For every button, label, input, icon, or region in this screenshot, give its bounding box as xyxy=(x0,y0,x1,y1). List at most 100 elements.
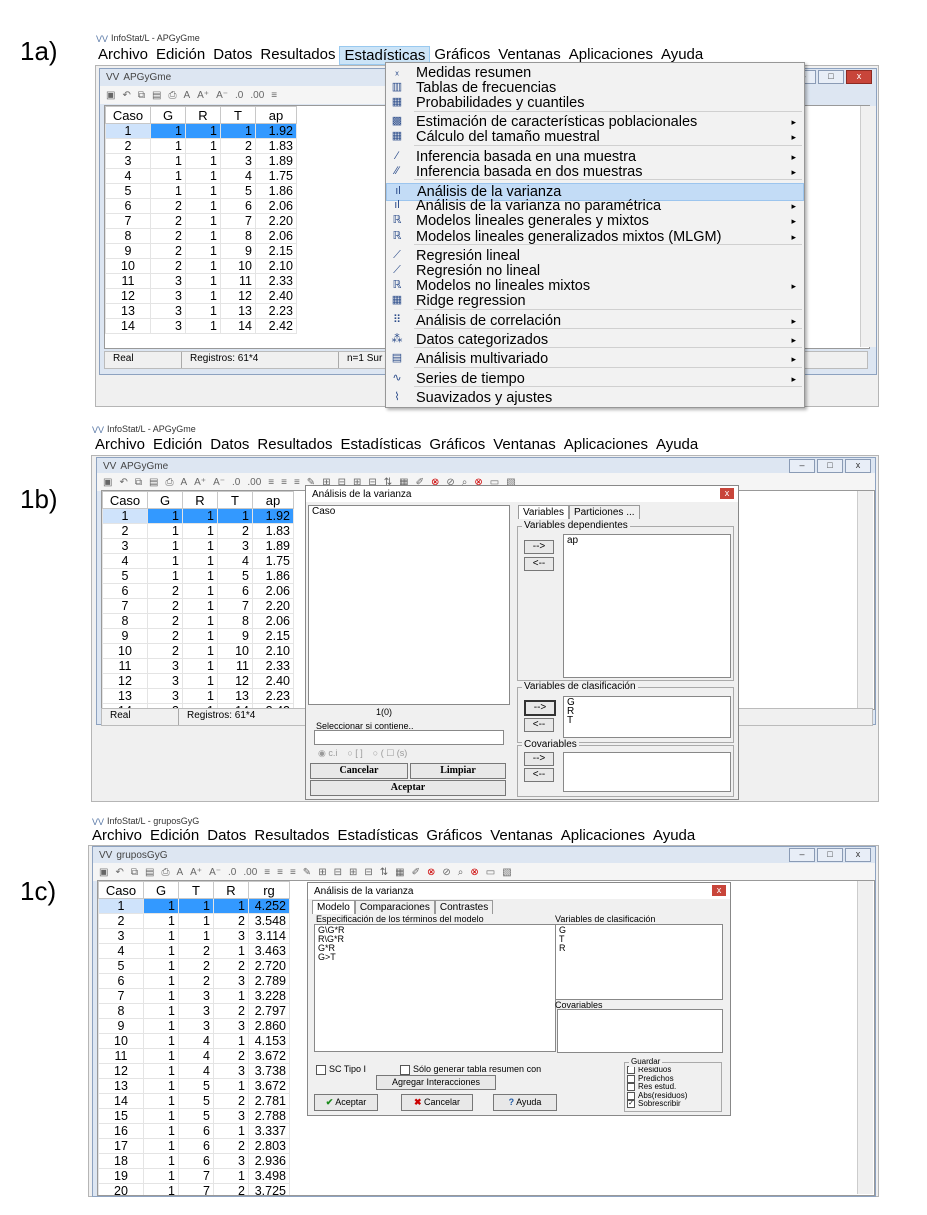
table-cell[interactable]: 5 xyxy=(102,568,148,584)
table-cell[interactable]: 2.23 xyxy=(252,688,294,704)
maximize-button[interactable]: □ xyxy=(817,848,843,862)
table-cell[interactable]: 2.40 xyxy=(252,673,294,689)
table-cell[interactable]: 1 xyxy=(178,928,214,944)
font-grow-icon[interactable]: A⁺ xyxy=(197,90,209,101)
tab-particiones[interactable]: Particiones ... xyxy=(568,505,640,519)
minimize-button[interactable]: – xyxy=(789,848,815,862)
table-cell[interactable]: 7 xyxy=(105,213,151,229)
table-cell[interactable]: 2.789 xyxy=(248,973,290,989)
table-cell[interactable]: 9 xyxy=(102,628,148,644)
table-cell[interactable]: 3.672 xyxy=(248,1078,290,1094)
classification-var-item[interactable]: G xyxy=(567,698,727,708)
table-cell[interactable]: 2 xyxy=(178,973,214,989)
table-cell[interactable]: 7 xyxy=(220,213,256,229)
table-cell[interactable]: 1 xyxy=(143,1183,179,1195)
table-cell[interactable]: 2.20 xyxy=(255,213,297,229)
table-row[interactable]: 13 3 1 13 2.23 xyxy=(102,688,294,704)
table-cell[interactable]: 1 xyxy=(182,553,218,569)
table-cell[interactable]: 10 xyxy=(105,258,151,274)
table-row[interactable]: 13 3 1 13 2.23 xyxy=(105,303,297,319)
table-cell[interactable]: 3 xyxy=(105,153,151,169)
menu-ayuda[interactable]: Ayuda xyxy=(649,827,699,844)
menu-item[interactable]: ▤ Análisis multivariado ▸ xyxy=(386,351,804,367)
table-row[interactable]: 16 1 6 1 3.337 xyxy=(98,1123,290,1139)
table-cell[interactable]: 6 xyxy=(105,198,151,214)
table-row[interactable]: 1 1 1 1 4.252 xyxy=(98,898,290,914)
model-term[interactable]: R\G*R xyxy=(318,935,552,944)
tab-contrastes[interactable]: Contrastes xyxy=(434,900,494,914)
font-grow-icon[interactable]: A⁺ xyxy=(190,867,202,878)
table-cell[interactable]: 6 xyxy=(102,583,148,599)
table-cell[interactable]: 3 xyxy=(150,318,186,334)
paste-icon[interactable]: ▤ xyxy=(145,867,154,878)
close-button[interactable]: x xyxy=(845,848,871,862)
table-cell[interactable]: 2 xyxy=(150,213,186,229)
table-row[interactable]: 10 2 1 10 2.10 xyxy=(105,258,297,274)
table-row[interactable]: 9 2 1 9 2.15 xyxy=(102,628,294,644)
cancel-button[interactable]: Cancelar xyxy=(310,763,408,779)
table-cell[interactable]: 10 xyxy=(102,643,148,659)
table-cell[interactable]: 12 xyxy=(217,673,253,689)
table-cell[interactable]: 1 xyxy=(105,123,151,139)
table-cell[interactable]: 10 xyxy=(98,1033,144,1049)
column-header[interactable]: T xyxy=(217,491,253,509)
table-cell[interactable]: 10 xyxy=(220,258,256,274)
table-cell[interactable]: 1 xyxy=(143,1018,179,1034)
model-term[interactable]: G>T xyxy=(318,953,552,962)
table-row[interactable]: 7 2 1 7 2.20 xyxy=(102,598,294,614)
table-cell[interactable]: 3 xyxy=(217,538,253,554)
table-cell[interactable]: 1 xyxy=(143,1168,179,1184)
table-cell[interactable]: 5 xyxy=(105,183,151,199)
table-cell[interactable]: 8 xyxy=(217,613,253,629)
table-cell[interactable]: 9 xyxy=(98,1018,144,1034)
table-cell[interactable]: 2 xyxy=(150,198,186,214)
table-cell[interactable]: 18 xyxy=(98,1153,144,1169)
table-row[interactable]: 11 3 1 11 2.33 xyxy=(105,273,297,289)
accept-button[interactable]: Aceptar xyxy=(310,780,506,796)
summary-only-checkbox[interactable]: Sólo generar tabla resumen con xyxy=(400,1064,541,1075)
table-cell[interactable]: 1.75 xyxy=(252,553,294,569)
table-cell[interactable]: 2 xyxy=(147,613,183,629)
menu-item[interactable]: ℝ Modelos lineales generalizados mixtos (… xyxy=(386,229,804,245)
table-cell[interactable]: 4 xyxy=(178,1033,214,1049)
table-cell[interactable]: 3.114 xyxy=(248,928,290,944)
table-row[interactable]: 5 1 2 2 2.720 xyxy=(98,958,290,974)
table-cell[interactable]: 3 xyxy=(213,973,249,989)
table-cell[interactable]: 1 xyxy=(143,1138,179,1154)
align-right-icon[interactable]: ≡ xyxy=(290,867,296,878)
close-button[interactable]: x xyxy=(845,459,871,473)
table-cell[interactable]: 2.20 xyxy=(252,598,294,614)
align-icon[interactable]: ≡ xyxy=(271,90,277,101)
table-cell[interactable]: 1 xyxy=(220,123,256,139)
table-cell[interactable]: 1 xyxy=(150,138,186,154)
classification-var-item[interactable]: R xyxy=(567,707,727,717)
table-cell[interactable]: 1 xyxy=(143,973,179,989)
table-cell[interactable]: 2 xyxy=(213,1003,249,1019)
table-cell[interactable]: 4 xyxy=(220,168,256,184)
table-row[interactable]: 3 1 1 3 3.114 xyxy=(98,928,290,944)
table-cell[interactable]: 2.06 xyxy=(252,583,294,599)
check-icon[interactable]: ⊘ xyxy=(442,867,450,878)
table-cell[interactable]: 8 xyxy=(102,613,148,629)
table-cell[interactable]: 1 xyxy=(213,988,249,1004)
align-left-icon[interactable]: ≡ xyxy=(268,477,274,488)
table-row[interactable]: 6 1 2 3 2.789 xyxy=(98,973,290,989)
table-cell[interactable]: 2.06 xyxy=(252,613,294,629)
table-row[interactable]: 12 3 1 12 2.40 xyxy=(102,673,294,689)
menu-ventanas[interactable]: Ventanas xyxy=(489,436,560,453)
table-cell[interactable]: 1 xyxy=(182,688,218,704)
paste-icon[interactable]: ▤ xyxy=(149,477,158,488)
table-cell[interactable]: 12 xyxy=(220,288,256,304)
menu-aplicaciones[interactable]: Aplicaciones xyxy=(557,827,649,844)
table-row[interactable]: 9 1 3 3 2.860 xyxy=(98,1018,290,1034)
table-cell[interactable]: 8 xyxy=(105,228,151,244)
table-cell[interactable]: 13 xyxy=(102,688,148,704)
table-cell[interactable]: 7 xyxy=(217,598,253,614)
insert-col-icon[interactable]: ⊞ xyxy=(349,867,357,878)
font-icon[interactable]: A xyxy=(180,477,187,488)
menu-datos[interactable]: Datos xyxy=(206,436,253,453)
table-cell[interactable]: 3 xyxy=(213,1108,249,1124)
save-option-checkbox[interactable]: ✓ Sobrescribir xyxy=(627,1100,719,1109)
table-cell[interactable]: 19 xyxy=(98,1168,144,1184)
table-cell[interactable]: 1.89 xyxy=(255,153,297,169)
